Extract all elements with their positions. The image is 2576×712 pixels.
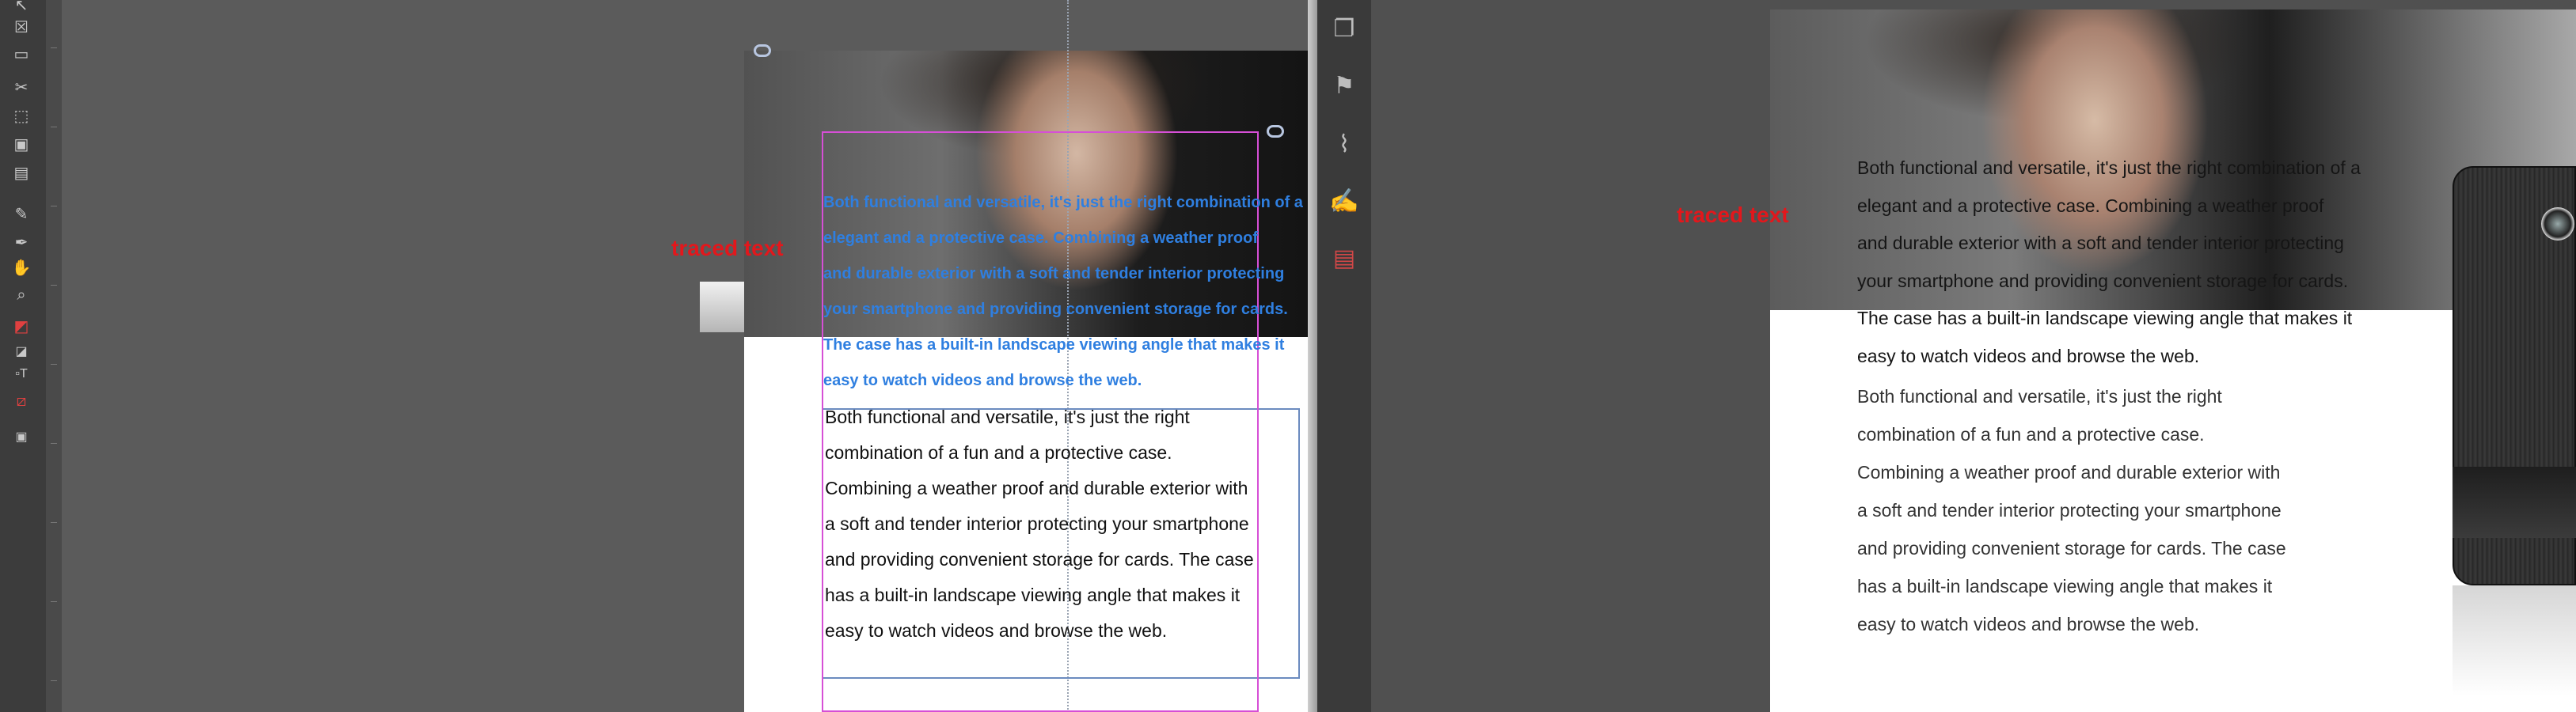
zoom-icon[interactable]: ⌕ xyxy=(9,285,33,305)
traced-line: elegant and a protective case. Combining… xyxy=(823,229,1259,247)
pages-icon[interactable]: ❐ xyxy=(1328,13,1360,44)
formatting-text-icon[interactable]: ▫T xyxy=(9,364,33,384)
signature-icon[interactable]: ✍ xyxy=(1328,185,1360,217)
traced-text-label: traced text xyxy=(1677,203,1789,227)
rectangle-tool-icon[interactable]: ▭ xyxy=(9,44,33,65)
traced-line: your smartphone and providing convenient… xyxy=(1857,270,2349,291)
traced-line: and durable exterior with a soft and ten… xyxy=(823,265,1285,282)
free-transform-icon[interactable]: ⬚ xyxy=(9,106,33,127)
body-line: Both functional and versatile, it's just… xyxy=(1857,386,2222,407)
body-line: Combining a weather proof and durable ex… xyxy=(825,478,1248,498)
screen-mode-icon[interactable]: ▣ xyxy=(9,427,33,448)
eyedropper-icon[interactable]: ✒ xyxy=(9,233,33,253)
pasteboard-object xyxy=(700,282,744,332)
traced-line: easy to watch videos and browse the web. xyxy=(1857,345,2200,366)
navigation-pane: ❐ ⚑ ⌇ ✍ ▤ xyxy=(1317,0,1373,712)
body-line: a soft and tender interior protecting yo… xyxy=(1857,500,2282,521)
camera-icon xyxy=(2541,207,2574,240)
gradient-feather-icon[interactable]: ▤ xyxy=(9,163,33,184)
bookmark-icon[interactable]: ⚑ xyxy=(1328,70,1360,101)
window-divider[interactable] xyxy=(1308,0,1317,712)
phone-reflection xyxy=(2453,585,2576,696)
body-line: Combining a weather proof and durable ex… xyxy=(1857,462,2281,483)
body-line: and providing convenient storage for car… xyxy=(825,549,1254,570)
traced-text-label: traced text xyxy=(671,236,784,260)
body-line: combination of a fun and a protective ca… xyxy=(1857,424,2205,445)
body-line: has a built-in landscape viewing angle t… xyxy=(825,585,1241,605)
body-line: and providing convenient storage for car… xyxy=(1857,538,2286,559)
tools-panel: ↖ ☒ ▭ ✂ ⬚ ▣ ▤ ✎ ✒ ✋ ⌕ ◩ ◪ ▫T ⧄ ▣ xyxy=(0,0,46,712)
body-text[interactable]: Both functional and versatile, it's just… xyxy=(1857,377,2411,643)
traced-line: elegant and a protective case. Combining… xyxy=(1857,195,2324,216)
vertical-ruler xyxy=(46,0,63,712)
traced-text-block[interactable]: Both functional and versatile, it's just… xyxy=(823,185,1308,399)
traced-line: The case has a built-in landscape viewin… xyxy=(1857,308,2353,328)
attachment-icon[interactable]: ⌇ xyxy=(1328,128,1360,160)
body-line: a soft and tender interior protecting yo… xyxy=(825,513,1249,534)
body-text[interactable]: Both functional and versatile, it's just… xyxy=(825,400,1300,649)
traced-text-block[interactable]: Both functional and versatile, it's just… xyxy=(1857,150,2411,375)
link-icon[interactable] xyxy=(1267,125,1284,138)
traced-line: Both functional and versatile, it's just… xyxy=(1857,157,2361,178)
link-icon[interactable] xyxy=(754,44,771,57)
traced-line: Both functional and versatile, it's just… xyxy=(823,194,1303,211)
body-line: Both functional and versatile, it's just… xyxy=(825,407,1190,427)
hand-icon[interactable]: ✋ xyxy=(9,258,33,278)
body-line: combination of a fun and a protective ca… xyxy=(825,442,1172,463)
body-line: easy to watch videos and browse the web. xyxy=(1857,614,2200,634)
gradient-swatch-icon[interactable]: ▣ xyxy=(9,134,33,155)
swap-colors-icon[interactable]: ◪ xyxy=(9,342,33,362)
body-line: has a built-in landscape viewing angle t… xyxy=(1857,576,2273,596)
note-icon[interactable]: ✎ xyxy=(9,204,33,225)
fill-stroke-icon[interactable]: ◩ xyxy=(9,316,33,337)
body-line: easy to watch videos and browse the web. xyxy=(825,620,1168,641)
scissors-icon[interactable]: ✂ xyxy=(9,78,33,98)
frame-tool-icon[interactable]: ☒ xyxy=(9,17,33,38)
traced-line: The case has a built-in landscape viewin… xyxy=(823,336,1285,354)
traced-line: your smartphone and providing convenient… xyxy=(823,301,1288,318)
traced-line: easy to watch videos and browse the web. xyxy=(823,372,1142,389)
apply-none-icon[interactable]: ⧄ xyxy=(9,391,33,411)
security-icon[interactable]: ▤ xyxy=(1328,242,1360,274)
traced-line: and durable exterior with a soft and ten… xyxy=(1857,233,2344,253)
direct-selection-icon[interactable]: ↖ xyxy=(9,0,33,16)
phone-case-strap xyxy=(2453,467,2576,538)
